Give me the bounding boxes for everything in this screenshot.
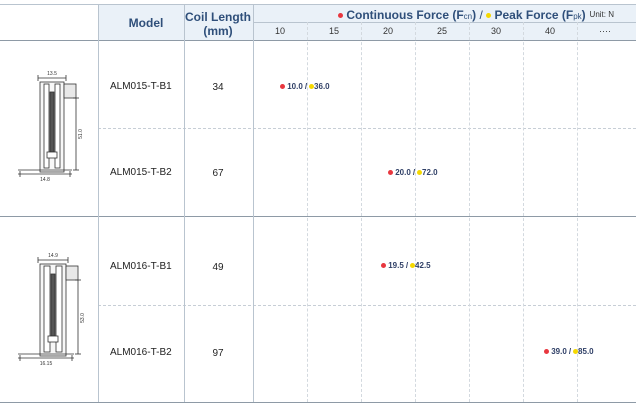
- grid-line: [415, 22, 416, 402]
- grid-line: [577, 22, 578, 402]
- force-values: 20.0/ 72.0: [388, 168, 438, 177]
- peak-force-value: 72.0: [422, 168, 438, 177]
- column-divider: [184, 4, 185, 402]
- force-values: 10.0/ 36.0: [280, 82, 330, 91]
- tick-label: ····: [599, 26, 611, 36]
- header-divider: [254, 22, 636, 23]
- motor-drawing-alm015: 13.5 51.0 14.8: [18, 71, 84, 183]
- header-coil-length: Coil Length (mm): [184, 10, 252, 38]
- coil-length: 34: [212, 82, 224, 93]
- coil-length: 67: [212, 168, 224, 179]
- motor-drawing-alm016: 14.9 53.0 16.15: [18, 253, 86, 367]
- continuous-dot-icon: [280, 84, 285, 90]
- legend-continuous-close: ): [472, 8, 477, 22]
- grid-line: [469, 22, 470, 402]
- continuous-force-value: 19.5: [388, 261, 404, 270]
- drawing-side-dimension: 51.0: [78, 129, 84, 139]
- tick-label: 10: [274, 26, 285, 36]
- tick-label: 25: [436, 26, 447, 36]
- continuous-dot-icon: [544, 349, 549, 355]
- continuous-dot-icon: [381, 263, 386, 269]
- table-top-rule: [0, 4, 636, 5]
- row-divider: [98, 305, 636, 306]
- continuous-force-value: 39.0: [551, 347, 567, 356]
- tick-label: 40: [544, 26, 555, 36]
- legend-peak: Peak Force (F: [494, 8, 574, 22]
- grid-line: [361, 22, 362, 402]
- peak-dot-icon: [486, 13, 492, 19]
- continuous-force-value: 10.0: [287, 82, 303, 91]
- column-divider: [98, 40, 99, 402]
- model-name: ALM016-T-B1: [110, 261, 172, 272]
- continuous-dot-icon: [388, 170, 393, 176]
- continuous-dot-icon: [338, 13, 343, 19]
- peak-force-value: 36.0: [314, 82, 330, 91]
- tick-label: 15: [328, 26, 339, 36]
- force-separator: /: [412, 168, 416, 177]
- tick-label: 30: [490, 26, 501, 36]
- header-bottom-rule: [0, 40, 636, 41]
- table-bottom-rule: [0, 402, 636, 403]
- force-separator: /: [304, 82, 308, 91]
- model-name: ALM016-T-B2: [110, 347, 172, 358]
- drawing-bottom-dimension: 14.8: [40, 177, 50, 183]
- column-divider: [253, 4, 254, 402]
- legend-continuous: Continuous Force (F: [346, 8, 464, 22]
- legend-peak-sub: pk: [573, 12, 582, 21]
- header-model: Model: [128, 16, 164, 30]
- force-values: 19.5/ 42.5: [381, 261, 431, 270]
- peak-force-value: 42.5: [415, 261, 431, 270]
- model-name: ALM015-T-B2: [110, 167, 172, 178]
- grid-line: [307, 22, 308, 402]
- legend-separator: /: [479, 8, 483, 22]
- header-coil-length-line2: (mm): [203, 24, 233, 38]
- drawing-bottom-dimension: 16.15: [40, 361, 53, 367]
- model-name: ALM015-T-B1: [110, 81, 172, 92]
- force-values: 39.0/ 85.0: [544, 347, 594, 356]
- header-coil-length-line1: Coil Length: [185, 10, 251, 24]
- grid-line: [523, 22, 524, 402]
- coil-length: 49: [212, 262, 224, 273]
- continuous-force-value: 20.0: [395, 168, 411, 177]
- peak-force-value: 85.0: [578, 347, 594, 356]
- force-separator: /: [405, 261, 409, 270]
- row-divider: [98, 128, 636, 129]
- legend-continuous-sub: cn: [463, 12, 473, 21]
- header-border: [98, 4, 99, 40]
- drawing-side-dimension: 53.0: [80, 313, 86, 323]
- group-divider: [0, 216, 636, 217]
- drawing-top-dimension: 13.5: [47, 71, 57, 77]
- force-separator: /: [568, 347, 572, 356]
- tick-label: 20: [382, 26, 393, 36]
- coil-length: 97: [212, 348, 224, 359]
- drawing-top-dimension: 14.9: [48, 253, 58, 259]
- unit-label: Unit: N: [589, 10, 614, 19]
- header-force-legend: Continuous Force (Fcn) / Peak Force (Fpk…: [254, 8, 636, 22]
- force-table: Model Coil Length (mm) Continuous Force …: [0, 0, 636, 410]
- legend-peak-close: ): [581, 8, 586, 22]
